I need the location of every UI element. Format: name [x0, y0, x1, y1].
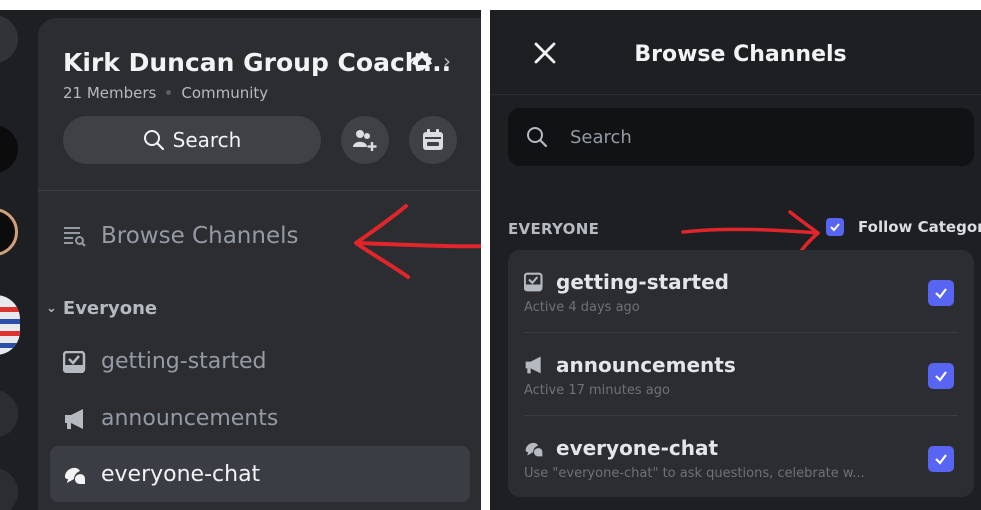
follow-category-checkbox[interactable] [826, 218, 844, 236]
megaphone-icon [525, 356, 541, 374]
channel-title: getting-started [524, 270, 729, 294]
channel-name: getting-started [101, 349, 267, 374]
search-button-label: Search [172, 128, 242, 152]
search-input[interactable]: Search [508, 108, 974, 166]
events-button[interactable] [409, 116, 457, 164]
channel-follow-checkbox[interactable] [928, 446, 954, 472]
server-icon[interactable] [0, 390, 18, 438]
server-icon[interactable] [0, 125, 18, 173]
channel-item-getting-started[interactable]: getting-started [63, 349, 266, 374]
megaphone-icon [65, 408, 83, 429]
list-item[interactable]: getting-started Active 4 days ago [508, 250, 974, 332]
channel-follow-checkbox[interactable] [928, 280, 954, 306]
server-meta: 21 Members Community [63, 84, 268, 102]
modal-title: Browse Channels [634, 42, 847, 67]
checkmark-icon [935, 288, 947, 299]
calendar-icon [423, 129, 443, 150]
server-icon[interactable] [0, 295, 20, 355]
checkmark-icon [830, 223, 840, 232]
server-type: Community [181, 84, 269, 102]
search-button[interactable]: Search [63, 116, 321, 164]
chevron-right-icon[interactable]: › [443, 49, 451, 73]
channel-topic: Use "everyone-chat" to ask questions, ce… [524, 466, 865, 481]
list-item[interactable]: announcements Active 17 minutes ago [508, 333, 974, 415]
server-sidebar: Kirk Duncan Group Coach... › 21 Members C… [38, 18, 481, 510]
search-icon [527, 127, 548, 148]
channel-list: getting-started Active 4 days ago announ… [508, 250, 974, 497]
channel-activity: Active 17 minutes ago [524, 383, 670, 398]
server-icon[interactable] [0, 468, 18, 510]
browse-channels-modal: Browse Channels Search EVERYONE Follow C… [490, 10, 981, 510]
server-channel-panel: Kirk Duncan Group Coach... › 21 Members C… [0, 10, 481, 510]
divider [490, 94, 981, 95]
search-icon [143, 130, 164, 151]
checkmark-icon [935, 371, 947, 382]
channel-item-everyone-chat[interactable]: everyone-chat [50, 446, 470, 502]
browse-channels-label: Browse Channels [101, 223, 299, 249]
forum-chat-icon [525, 442, 543, 457]
category-label: EVERYONE [508, 220, 600, 238]
divider [38, 190, 481, 191]
member-count: 21 Members [63, 84, 157, 102]
chevron-down-icon: ⌄ [46, 301, 57, 316]
checkmark-icon [935, 454, 947, 465]
list-item[interactable]: everyone-chat Use "everyone-chat" to ask… [508, 416, 974, 498]
browse-channels-item[interactable]: Browse Channels [63, 223, 298, 249]
search-placeholder: Search [570, 126, 632, 148]
follow-category-toggle[interactable]: Follow Category [826, 218, 981, 236]
rules-checkbox-icon [524, 272, 543, 292]
channel-name: announcements [556, 353, 736, 377]
channel-name: announcements [101, 406, 279, 431]
follow-category-label: Follow Category [858, 218, 981, 236]
browse-channels-icon [64, 227, 86, 247]
server-icon[interactable] [0, 15, 18, 63]
category-header[interactable]: ⌄ Everyone [46, 298, 157, 319]
annotation-arrow [354, 204, 481, 279]
forum-chat-icon [65, 467, 85, 484]
channel-title: announcements [524, 353, 736, 377]
channel-name: everyone-chat [556, 436, 719, 460]
add-user-icon [353, 130, 377, 151]
channel-follow-checkbox[interactable] [928, 363, 954, 389]
channel-name: getting-started [556, 270, 729, 294]
channel-activity: Active 4 days ago [524, 300, 640, 315]
rules-checkbox-icon [63, 350, 86, 373]
channel-item-announcements[interactable]: announcements [63, 406, 278, 431]
server-name[interactable]: Kirk Duncan Group Coach... [63, 48, 451, 77]
channel-title: everyone-chat [524, 436, 718, 460]
channel-name: everyone-chat [101, 461, 261, 487]
server-icon[interactable] [0, 208, 18, 256]
invite-members-button[interactable] [341, 116, 389, 164]
community-badge-icon [412, 51, 432, 71]
category-label: Everyone [62, 298, 158, 319]
